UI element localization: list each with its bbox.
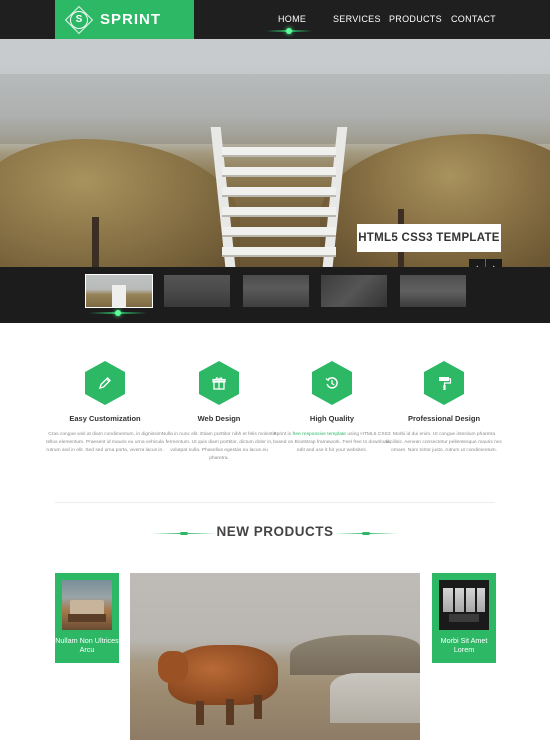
- slider-thumbnail[interactable]: [321, 275, 387, 307]
- brand-name: SPRINT: [100, 11, 162, 28]
- brand-logo[interactable]: S SPRINT: [55, 0, 194, 39]
- featured-product-image[interactable]: [130, 573, 420, 740]
- nav-link-home[interactable]: HOME: [278, 14, 306, 24]
- slider-controls: ‹ ›: [469, 259, 502, 267]
- slider-thumbnail[interactable]: [400, 275, 466, 307]
- feature-text: Morbi id dui enim. Ut congue interdum ph…: [385, 432, 503, 453]
- feature-text: Sprint is free responsive template using…: [273, 432, 391, 453]
- slider-thumbnail[interactable]: [243, 275, 309, 307]
- feature-title: Professional Design: [407, 414, 481, 423]
- nav-link-products[interactable]: PRODUCTS: [389, 14, 442, 24]
- active-nav-dot: [286, 28, 292, 34]
- section-divider: [55, 502, 495, 503]
- nav-link-contact[interactable]: CONTACT: [451, 14, 496, 24]
- title-decoration-right: [334, 532, 398, 535]
- feature-title: High Quality: [309, 414, 355, 423]
- slider-thumbnail[interactable]: [85, 274, 153, 308]
- feature-title: Web Design: [197, 414, 241, 423]
- hero-image-grass-left: [0, 139, 240, 267]
- hero-image-post: [92, 217, 99, 267]
- history-icon: [312, 361, 352, 405]
- paint-roller-icon: [424, 361, 464, 405]
- feature-text: Cras congue wisl at diam condimentum, in…: [46, 432, 164, 453]
- active-thumbnail-dot: [115, 310, 121, 316]
- slider-thumbnails: [0, 267, 550, 323]
- slider-thumbnail[interactable]: [164, 275, 230, 307]
- feature-professional-design: Professional Design Morbi id dui enim. U…: [385, 361, 503, 455]
- product-thumbnail: [439, 580, 489, 630]
- product-card-right[interactable]: Morbi Sit Amet Lorem: [432, 573, 496, 663]
- product-label: Morbi Sit Amet Lorem: [440, 636, 488, 654]
- feature-text: Nulla in nunc elit. Etiam porttitor nibh…: [161, 432, 277, 461]
- product-card-left[interactable]: Nullam Non Ultrices Arcu: [55, 573, 119, 663]
- chevron-left-icon[interactable]: ‹: [469, 259, 485, 267]
- feature-title: Easy Customization: [69, 414, 141, 423]
- product-thumbnail: [62, 580, 112, 630]
- hero-image-stairs: [210, 119, 348, 267]
- top-navbar: S SPRINT HOME SERVICES PRODUCTS CONTACT: [0, 0, 550, 39]
- hero-slider: HTML5 CSS3 TEMPLATE ‹ ›: [0, 39, 550, 267]
- chevron-right-icon[interactable]: ›: [486, 259, 502, 267]
- pencil-icon: [85, 361, 125, 405]
- section-title: NEW PRODUCTS: [216, 524, 334, 539]
- gift-icon: [199, 361, 239, 405]
- free-template-link[interactable]: free responsive template: [292, 432, 346, 437]
- hero-caption: HTML5 CSS3 TEMPLATE: [357, 224, 501, 252]
- logo-icon: S: [64, 5, 94, 34]
- feature-easy-customization: Easy Customization Cras congue wisl at d…: [46, 361, 164, 455]
- product-label: Nullam Non Ultrices Arcu: [55, 636, 119, 654]
- feature-web-design: Web Design Nulla in nunc elit. Etiam por…: [160, 361, 278, 463]
- nav-link-services[interactable]: SERVICES: [333, 14, 381, 24]
- feature-high-quality: High Quality Sprint is free responsive t…: [273, 361, 391, 455]
